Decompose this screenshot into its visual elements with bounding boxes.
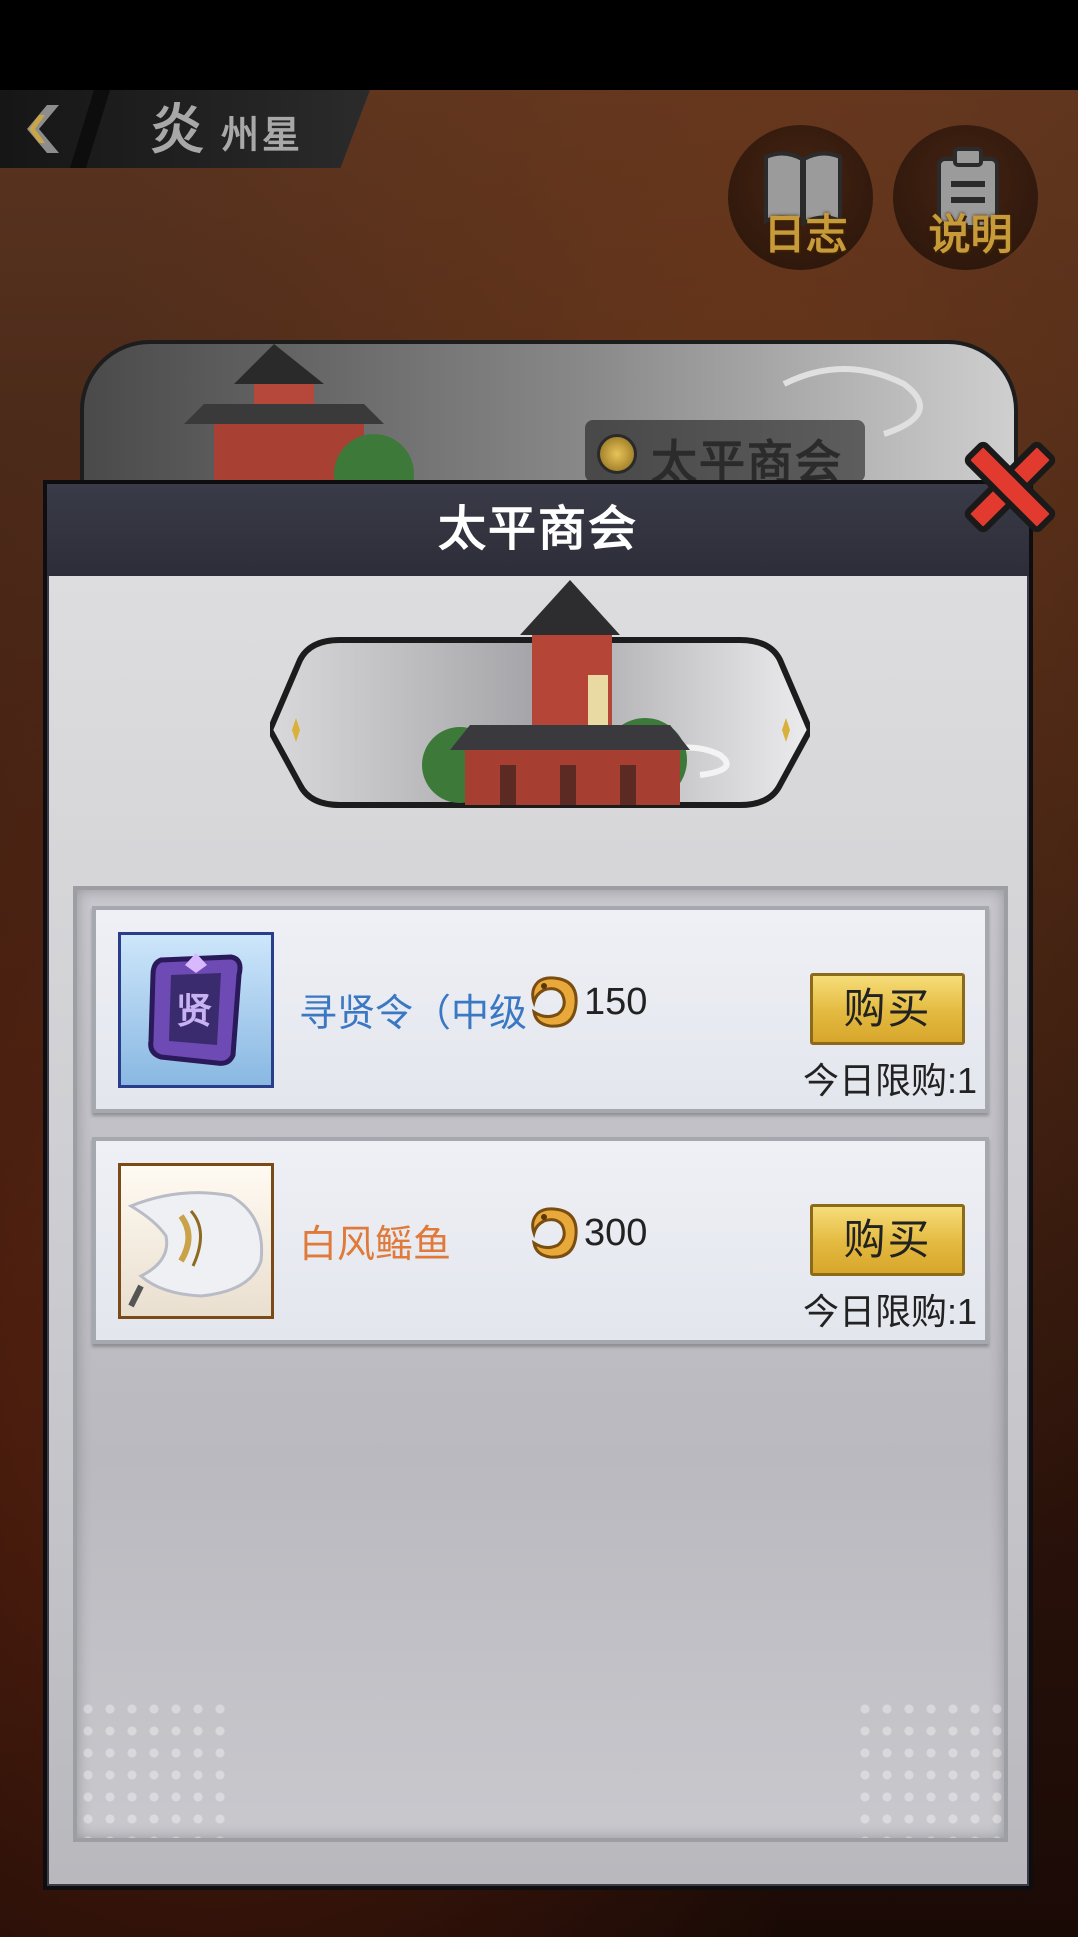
white-ray-fish-icon: [127, 1191, 264, 1308]
item-price: 150: [524, 972, 647, 1032]
world-title-main: 炎: [150, 100, 207, 160]
shop-banner-art: [266, 580, 814, 808]
gold-dragon-coin-icon: [531, 1207, 578, 1259]
buy-button[interactable]: 购买: [810, 1204, 965, 1276]
list-item: 白风鳐鱼 300 购买 今日限购:1: [92, 1137, 989, 1344]
log-button-label: 日志: [763, 211, 848, 258]
world-title: 炎州星: [150, 100, 303, 160]
dialog-header: 太平商会: [47, 484, 1029, 576]
chevron-left-icon: [27, 105, 59, 153]
pagoda-illustration: [184, 344, 923, 484]
coin-icon: [597, 434, 637, 474]
help-button[interactable]: 说明: [893, 125, 1038, 270]
top-nav-bar: 炎州星: [0, 90, 380, 168]
close-button[interactable]: [958, 432, 1062, 542]
back-button[interactable]: [10, 98, 70, 160]
item-icon-frame[interactable]: [118, 1163, 274, 1319]
gold-dragon-coin-icon: [531, 976, 578, 1028]
item-price-amount: 300: [584, 1211, 648, 1254]
shop-banner: [266, 580, 814, 830]
daily-limit: 今日限购:1: [802, 1291, 977, 1332]
item-price: 300: [524, 1203, 647, 1263]
svg-text:贤: 贤: [176, 991, 212, 1032]
close-x-icon: [964, 441, 1056, 533]
world-title-sub: 州星: [221, 115, 304, 157]
item-icon-frame[interactable]: 贤: [118, 932, 274, 1088]
list-pattern-left: [77, 1698, 227, 1838]
buy-button[interactable]: 购买: [810, 973, 965, 1045]
background-shop-banner: [80, 340, 1018, 488]
background-banner-label: 太平商会: [585, 420, 865, 488]
item-name: 白风鳐鱼: [299, 1224, 452, 1266]
log-button[interactable]: 日志: [728, 125, 873, 270]
list-item: 贤 寻贤令（中级 150 购买 今日限购:1: [92, 906, 989, 1113]
item-name: 寻贤令（中级: [299, 993, 528, 1035]
recruit-token-icon: 贤: [148, 953, 243, 1066]
dialog-title: 太平商会: [437, 503, 638, 556]
daily-limit: 今日限购:1: [802, 1060, 977, 1101]
list-pattern-right: [854, 1698, 1004, 1838]
status-bar: [0, 0, 1078, 90]
item-price-amount: 150: [584, 980, 648, 1023]
help-button-label: 说明: [928, 211, 1013, 258]
